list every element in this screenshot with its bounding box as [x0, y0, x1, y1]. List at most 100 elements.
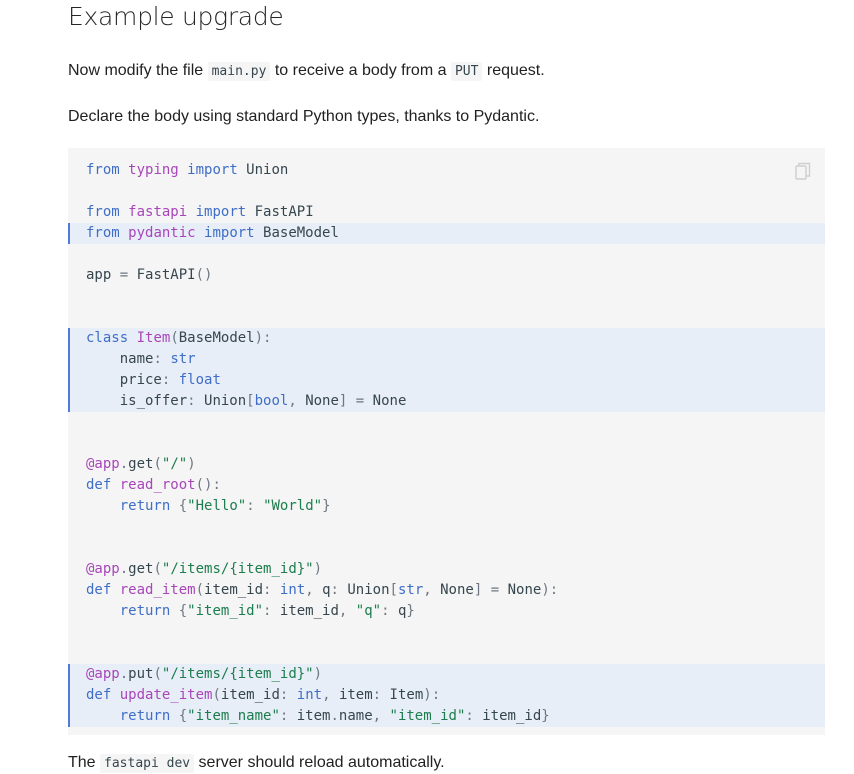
code-token: app	[86, 267, 120, 283]
code-token: from	[86, 225, 120, 241]
paragraph-text: Now modify the file	[68, 62, 208, 79]
code-token: name	[338, 708, 373, 724]
code-token: )	[187, 456, 196, 472]
code-line: class Item(BaseModel):	[68, 328, 825, 349]
code-token: (	[212, 687, 221, 703]
code-token: price	[86, 372, 162, 388]
code-token: None	[296, 393, 339, 409]
code-token: BaseModel	[178, 330, 255, 346]
code-token: return	[119, 603, 171, 619]
code-token: "/items/{item_id}"	[161, 666, 314, 682]
code-line: name: str	[68, 349, 825, 370]
inline-code-filename: main.py	[207, 62, 271, 81]
code-token: return	[119, 498, 171, 514]
code-token: .	[119, 456, 129, 472]
code-token: ():	[195, 477, 221, 493]
code-token: get	[128, 561, 154, 577]
code-token: q	[389, 603, 407, 619]
code-token: {	[178, 708, 188, 724]
code-token: fastapi	[128, 204, 188, 220]
code-line: return {"Hello": "World"}	[68, 496, 825, 517]
code-token: ,	[372, 708, 382, 724]
code-token: "item_id"	[187, 603, 264, 619]
code-token: @app	[86, 666, 120, 682]
code-token: }	[406, 603, 415, 619]
code-token: =	[355, 393, 365, 409]
code-line: app = FastAPI()	[68, 265, 825, 286]
code-token: ,	[305, 582, 314, 598]
code-token: int	[279, 582, 306, 598]
code-token: ,	[288, 393, 297, 409]
code-line: def read_item(item_id: int, q: Union[str…	[68, 580, 825, 601]
code-token: FastAPI	[128, 267, 196, 283]
code-block[interactable]: from typing import Union from fastapi imp…	[68, 148, 825, 735]
code-token: @app	[86, 456, 120, 472]
code-token: return	[119, 708, 171, 724]
code-token: (	[170, 330, 179, 346]
code-line: from typing import Union	[68, 160, 825, 181]
code-line: from pydantic import BaseModel	[68, 223, 825, 244]
code-token: typing	[128, 162, 179, 178]
code-token: import	[187, 162, 238, 178]
code-token: ,	[423, 582, 432, 598]
paragraph-declare-body: Declare the body using standard Python t…	[68, 108, 540, 125]
code-token: .	[119, 561, 129, 577]
code-token: {	[178, 603, 188, 619]
code-token: "item_id"	[389, 708, 466, 724]
code-token: str	[170, 351, 196, 367]
code-token: int	[296, 687, 323, 703]
inline-code-method: PUT	[450, 62, 483, 81]
code-token: Item	[136, 330, 171, 346]
code-line: @app.get("/items/{item_id}")	[68, 559, 825, 580]
code-token: )	[313, 666, 323, 682]
code-token: }	[322, 498, 331, 514]
code-line: @app.put("/items/{item_id}")	[68, 664, 825, 685]
code-token: "Hello"	[187, 498, 247, 514]
code-token: :	[330, 582, 339, 598]
code-token: from	[86, 204, 120, 220]
code-token: :	[381, 603, 390, 619]
code-line: return {"item_id": item_id, "q": q}	[68, 601, 825, 622]
paragraph-text: server should reload automatically.	[194, 754, 445, 771]
code-line: from fastapi import FastAPI	[68, 202, 825, 223]
code-token: pydantic	[128, 225, 196, 241]
code-token: item	[330, 687, 373, 703]
code-token: ):	[254, 330, 272, 346]
code-line: is_offer: Union[bool, None] = None	[68, 391, 825, 412]
code-token: item_id	[271, 603, 339, 619]
code-token: is_offer	[86, 393, 188, 409]
code-token: BaseModel	[254, 225, 339, 241]
code-line: price: float	[68, 370, 825, 391]
code-token: item_id	[220, 687, 280, 703]
code-token: def	[86, 687, 112, 703]
paragraph-modify-file: Now modify the file main.py to receive a…	[68, 61, 545, 82]
code-token: bool	[254, 393, 289, 409]
code-token: Union	[237, 162, 289, 178]
code-line: def read_root():	[68, 475, 825, 496]
code-token: class	[86, 330, 129, 346]
code-token: def	[86, 582, 112, 598]
code-token: (	[153, 456, 162, 472]
code-token: "/"	[161, 456, 188, 472]
code-token: Union	[195, 393, 247, 409]
code-token: "item_name"	[187, 708, 280, 724]
